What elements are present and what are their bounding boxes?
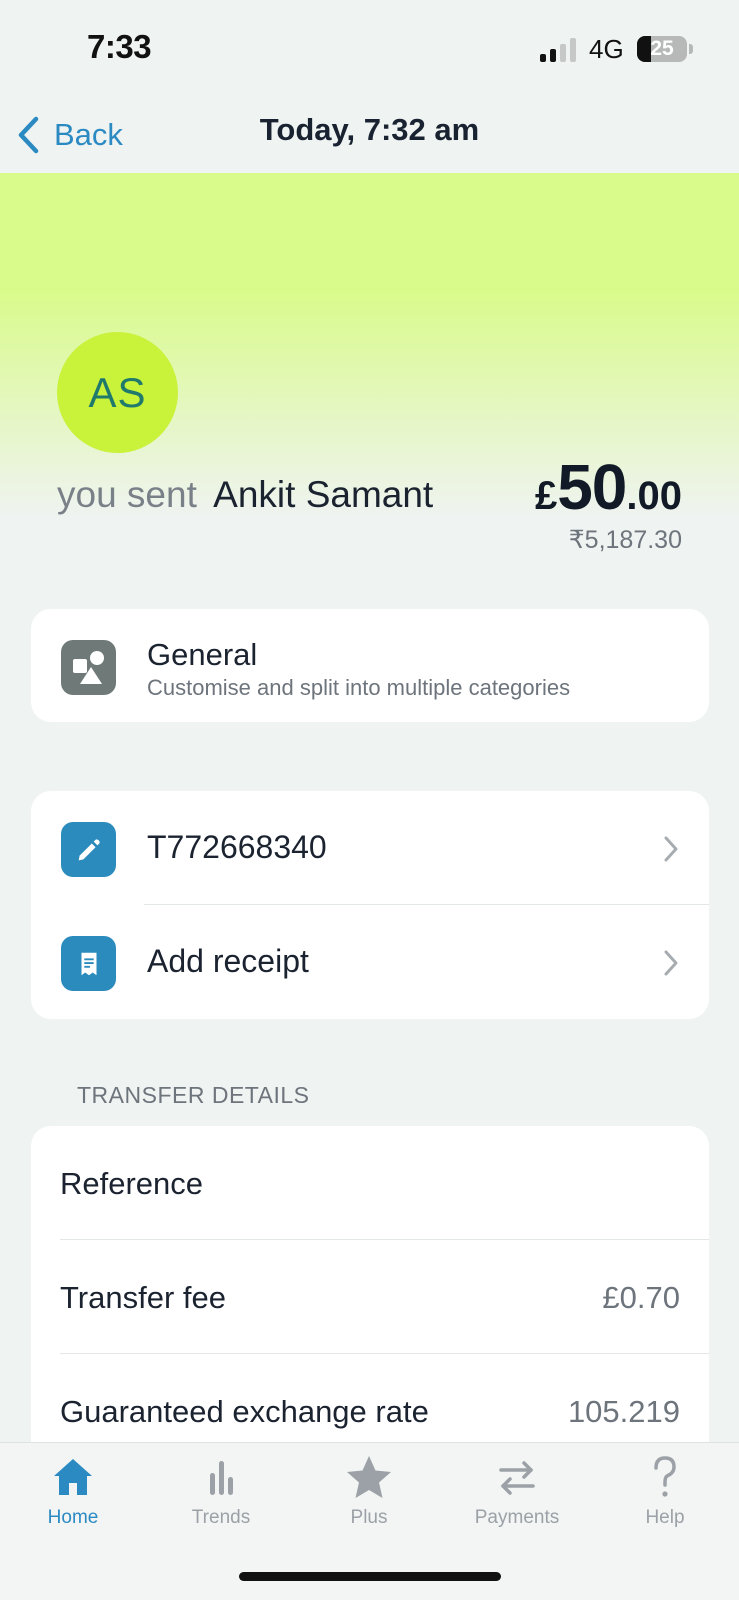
tab-plus[interactable]: Plus [304, 1453, 434, 1553]
amount-minor: .00 [626, 474, 682, 518]
navigation-bar: Back Today, 7:32 am [0, 100, 739, 173]
category-card[interactable]: General Customise and split into multipl… [31, 609, 709, 722]
tab-payments-label: Payments [474, 1507, 560, 1528]
page-title: Today, 7:32 am [259, 112, 480, 147]
battery-level: 25 [650, 37, 674, 60]
transfer-arrows-icon [499, 1461, 535, 1495]
transfer-fee-value: £0.70 [602, 1280, 680, 1315]
exchange-rate-label: Guaranteed exchange rate [60, 1394, 429, 1429]
add-receipt-label: Add receipt [147, 943, 309, 979]
sent-prefix: you sent [57, 474, 197, 515]
chevron-right-icon [664, 950, 678, 976]
home-icon [54, 1459, 92, 1495]
recipient-name[interactable]: Ankit Samant [213, 474, 433, 515]
exchange-rate-value: 105.219 [567, 1394, 680, 1429]
transfer-fee-row: Transfer fee £0.70 [31, 1240, 709, 1354]
bar-chart-icon [210, 1461, 233, 1495]
tab-home-label: Home [47, 1507, 99, 1528]
tab-help-label: Help [645, 1507, 685, 1528]
tab-trends[interactable]: Trends [156, 1453, 286, 1553]
tab-home[interactable]: Home [8, 1453, 138, 1553]
transfer-fee-label: Transfer fee [60, 1280, 226, 1315]
status-time: 7:33 [87, 28, 152, 65]
tab-trends-label: Trends [191, 1507, 251, 1528]
category-subtitle: Customise and split into multiple catego… [147, 675, 571, 700]
transaction-amount: £50.00 [535, 450, 682, 524]
note-label: T772668340 [147, 829, 327, 865]
transaction-header: AS you sent Ankit Samant £50.00 ₹5,187.3… [0, 173, 739, 593]
transfer-details-header: TRANSFER DETAILS [77, 1082, 310, 1108]
note-row[interactable]: T772668340 [31, 791, 709, 905]
converted-amount: ₹5,187.30 [568, 526, 682, 554]
avatar: AS [57, 332, 178, 453]
avatar-initials: AS [88, 368, 147, 416]
amount-major: 50 [557, 451, 627, 523]
amount-currency: £ [534, 474, 558, 518]
battery-tip [689, 44, 693, 54]
add-receipt-row[interactable]: Add receipt [31, 905, 709, 1019]
chevron-right-icon [664, 836, 678, 862]
reference-row: Reference [31, 1126, 709, 1240]
star-icon [347, 1456, 391, 1498]
signal-strength-icon [540, 38, 578, 62]
question-icon [654, 1456, 676, 1497]
home-indicator [239, 1572, 501, 1581]
sent-description: you sent Ankit Samant [57, 474, 433, 516]
status-bar: 7:33 4G 25 [0, 0, 739, 100]
receipt-icon [61, 936, 116, 991]
shapes-icon [61, 640, 116, 695]
actions-card: T772668340 Add receipt [31, 791, 709, 1019]
battery-icon: 25 [637, 36, 687, 62]
network-type: 4G [589, 34, 624, 64]
tab-help[interactable]: Help [600, 1453, 730, 1553]
pencil-icon [61, 822, 116, 877]
tab-payments[interactable]: Payments [452, 1453, 582, 1553]
reference-label: Reference [60, 1166, 204, 1201]
tab-plus-label: Plus [350, 1507, 388, 1528]
category-title: General [147, 637, 258, 672]
